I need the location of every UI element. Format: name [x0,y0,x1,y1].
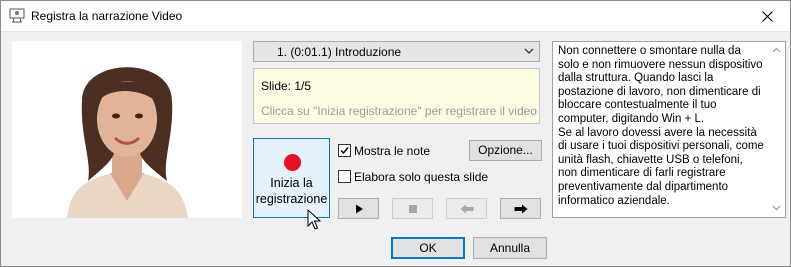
start-recording-label: Inizia la registrazione [255,176,328,206]
presenter-photo [12,41,242,218]
presenter-portrait [12,41,242,218]
close-button[interactable] [744,1,790,31]
checkmark-icon [340,147,349,155]
speaker-notes-textarea[interactable]: Non connettere o smontare nulla da solo … [552,41,786,218]
scroll-up-icon[interactable] [772,47,781,53]
record-dot-icon [284,154,301,171]
play-icon [355,204,363,213]
slide-number: Slide: 1/5 [261,79,312,93]
narration-dialog: Registra la narrazione Video 1. (0:01.1)… [0,0,791,267]
mouse-pointer-icon [307,209,321,230]
presenter-screen-icon [9,8,25,23]
only-this-slide-checkbox[interactable] [338,170,351,183]
start-recording-button[interactable]: Inizia la registrazione [253,138,330,218]
notes-scrollbar[interactable] [768,42,785,217]
scroll-down-icon[interactable] [772,205,781,211]
only-this-slide-label: Elabora solo questa slide [354,170,489,184]
show-notes-label: Mostra le note [354,144,431,158]
slide-select-dropdown[interactable]: 1. (0:01.1) Introduzione [253,41,540,62]
cancel-button[interactable]: Annulla [473,237,547,259]
chevron-down-icon [524,48,534,54]
close-icon [761,10,773,22]
next-slide-icon [514,204,527,213]
stop-button[interactable] [392,198,433,219]
show-notes-checkbox[interactable] [338,144,351,157]
title-bar: Registra la narrazione Video [1,1,790,32]
ok-button[interactable]: OK [391,237,465,259]
speaker-notes-text: Non connettere o smontare nulla da solo … [558,45,764,207]
previous-slide-icon [460,204,473,213]
play-button[interactable] [338,198,379,219]
options-button[interactable]: Opzione... [469,140,542,161]
slide-info-panel: Slide: 1/5 Clicca su "Inizia registrazio… [253,68,540,124]
stop-icon [408,204,417,213]
window-title: Registra la narrazione Video [31,9,183,23]
next-slide-button[interactable] [500,198,541,219]
recording-hint: Clicca su "Inizia registrazione" per reg… [261,104,537,118]
previous-slide-button[interactable] [446,198,487,219]
slide-select-value: 1. (0:01.1) Introduzione [277,45,402,59]
